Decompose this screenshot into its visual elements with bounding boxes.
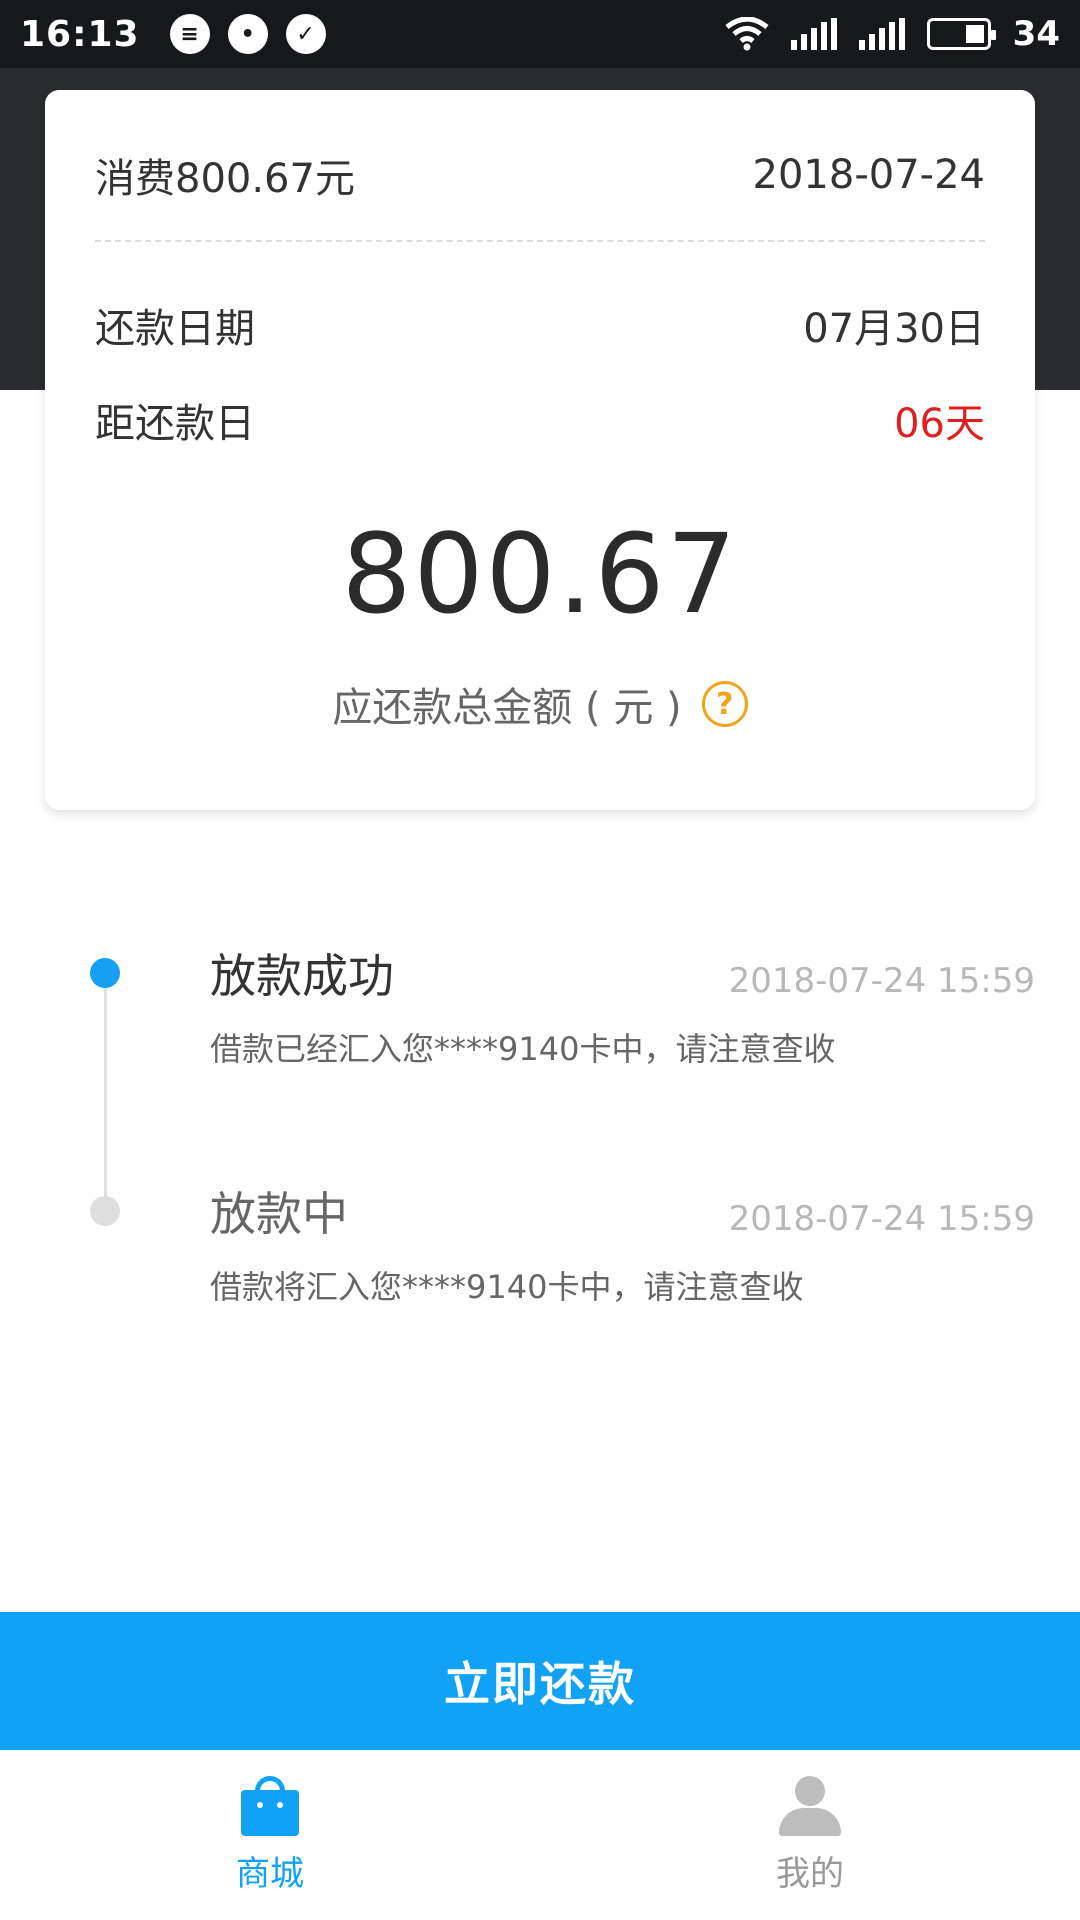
wifi-icon xyxy=(725,17,769,51)
screen: 16:13 ≡ • ✓ 34 消费800.67元 2018-07-24 还款日期… xyxy=(0,0,1080,1920)
battery-level: 34 xyxy=(1012,14,1060,54)
days-left-label: 距还款日 xyxy=(95,401,255,447)
dashed-divider xyxy=(95,240,985,242)
status-right: 34 xyxy=(725,14,1060,54)
battery-icon xyxy=(926,18,996,50)
bottom-nav: 商城 我的 xyxy=(0,1750,1080,1920)
timeline-dot-active xyxy=(90,958,120,988)
nav-label-mine: 我的 xyxy=(776,1853,844,1894)
chat-icon: • xyxy=(227,14,268,54)
help-icon[interactable]: ? xyxy=(701,681,748,727)
signal-icon xyxy=(790,18,837,50)
timeline-time: 2018-07-24 15:59 xyxy=(728,961,1035,1001)
user-icon xyxy=(779,1775,841,1836)
shopping-bag-icon xyxy=(241,1775,299,1836)
repay-now-button[interactable]: 立即还款 xyxy=(0,1612,1080,1750)
nav-item-mine[interactable]: 我的 xyxy=(540,1750,1080,1920)
consumption-row: 消费800.67元 2018-07-24 xyxy=(95,140,985,210)
timeline-item: 放款成功 2018-07-24 15:59 借款已经汇入您****9140卡中，… xyxy=(210,940,1035,1070)
nav-label-mall: 商城 xyxy=(236,1853,304,1894)
timeline-desc: 借款已经汇入您****9140卡中，请注意查收 xyxy=(210,1030,836,1068)
timeline-dot-inactive xyxy=(90,1196,120,1226)
consumption-amount: 消费800.67元 xyxy=(95,156,355,202)
due-date-row: 还款日期 07月30日 xyxy=(95,290,985,360)
notification-icons: ≡ • ✓ xyxy=(169,14,326,54)
check-circle-icon: ✓ xyxy=(285,14,326,54)
loan-timeline: 放款成功 2018-07-24 15:59 借款已经汇入您****9140卡中，… xyxy=(0,920,1080,1320)
due-date-value: 07月30日 xyxy=(803,306,985,352)
due-date-label: 还款日期 xyxy=(95,306,255,352)
timeline-title: 放款中 xyxy=(210,1187,348,1241)
nav-item-mall[interactable]: 商城 xyxy=(0,1750,540,1920)
status-time: 16:13 xyxy=(20,13,140,55)
days-left-value: 06天 xyxy=(894,401,985,447)
timeline-line xyxy=(104,972,107,1212)
total-amount: 800.67 xyxy=(341,510,739,638)
timeline-title: 放款成功 xyxy=(210,949,394,1003)
status-bar: 16:13 ≡ • ✓ 34 xyxy=(0,0,1080,68)
total-amount-label: 应还款总金额 ( 元 ) xyxy=(332,685,682,731)
bill-card: 消费800.67元 2018-07-24 还款日期 07月30日 距还款日 06… xyxy=(45,90,1035,810)
total-amount-caption: 应还款总金额 ( 元 ) ? xyxy=(45,675,1035,733)
timeline-desc: 借款将汇入您****9140卡中，请注意查收 xyxy=(210,1268,804,1306)
days-left-row: 距还款日 06天 xyxy=(95,385,985,455)
consumption-date: 2018-07-24 xyxy=(752,152,985,198)
message-icon: ≡ xyxy=(169,14,210,54)
signal-icon-2 xyxy=(858,18,905,50)
timeline-item: 放款中 2018-07-24 15:59 借款将汇入您****9140卡中，请注… xyxy=(210,1178,1035,1308)
timeline-time: 2018-07-24 15:59 xyxy=(728,1199,1035,1239)
